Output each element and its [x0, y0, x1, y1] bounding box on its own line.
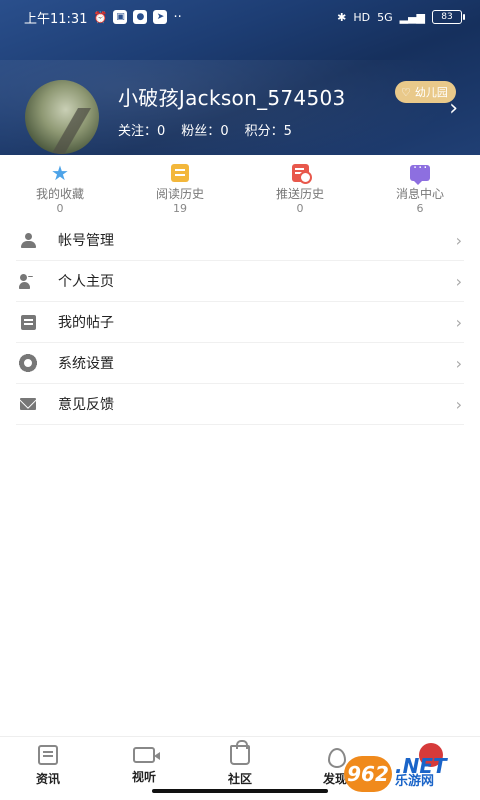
watermark-cn: 乐游网 — [395, 774, 435, 789]
level-badge: ♡ 幼儿园 — [395, 81, 456, 103]
tab-news[interactable]: 资讯 — [18, 745, 78, 787]
profile-header: 上午11:31 ⏰ ▣ ● ➤ ·· ✱ HD 5G ▂▄▆ 83 小破孩Jac… — [0, 0, 480, 155]
menu-item-label: 我的帖子 — [58, 315, 114, 331]
tab-label: 资讯 — [35, 772, 60, 786]
points-stat[interactable]: 积分：5 — [245, 120, 292, 139]
person-icon — [18, 230, 38, 250]
reading-history-button[interactable]: 阅读历史 19 — [120, 155, 240, 217]
heart-icon: ♡ — [401, 85, 411, 99]
telegram-notification-icon: ➤ — [153, 10, 168, 24]
menu-item-settings[interactable]: 系统设置 › — [16, 343, 464, 384]
watermark: 962 .NET 乐游网 — [344, 752, 476, 796]
avatar[interactable] — [25, 80, 99, 154]
community-icon — [230, 740, 250, 765]
message-center-count: 6 — [416, 202, 424, 215]
home-indicator[interactable] — [152, 789, 328, 793]
watermark-logo: 962 — [344, 756, 392, 792]
document-icon — [170, 163, 190, 183]
push-history-button[interactable]: 推送历史 0 — [240, 155, 360, 217]
reading-history-label: 阅读历史 — [155, 187, 204, 201]
status-bar: 上午11:31 ⏰ ▣ ● ➤ ·· ✱ HD 5G ▂▄▆ 83 — [0, 0, 480, 34]
level-badge-label: 幼儿园 — [414, 86, 448, 99]
follow-stat[interactable]: 关注：0 — [118, 120, 165, 139]
tab-label: 社区 — [227, 772, 252, 786]
menu-item-label: 意见反馈 — [58, 397, 114, 413]
status-time: 上午11:31 — [24, 11, 88, 27]
message-icon — [410, 161, 430, 185]
reading-history-count: 19 — [173, 202, 187, 215]
mail-icon — [18, 394, 38, 414]
qq-notification-icon: ● — [133, 10, 148, 24]
network-label: 5G — [377, 10, 393, 24]
video-icon — [133, 747, 160, 763]
menu-item-my-posts[interactable]: 我的帖子 › — [16, 302, 464, 343]
chevron-right-icon: › — [455, 394, 462, 414]
menu-item-homepage[interactable]: 个人主页 › — [16, 261, 464, 302]
watermark-net: .NET — [395, 754, 447, 778]
favorites-count: 0 — [56, 202, 64, 215]
chevron-right-icon: › — [455, 353, 462, 373]
hd-icon: HD — [353, 10, 371, 24]
chevron-right-icon: › — [455, 230, 462, 250]
tab-label: 视听 — [131, 770, 156, 784]
battery-icon: 83 — [432, 10, 465, 24]
alarm-icon: ⏰ — [93, 10, 108, 24]
gear-icon — [18, 353, 38, 373]
more-notifications-icon: ·· — [173, 9, 182, 25]
menu-item-label: 系统设置 — [58, 356, 114, 372]
post-icon — [18, 312, 38, 332]
push-history-icon — [290, 163, 312, 184]
bluetooth-icon: ✱ — [337, 10, 347, 24]
tab-community[interactable]: 社区 — [210, 740, 270, 787]
username: 小破孩Jackson_574503 — [118, 86, 346, 110]
profile-chevron-right-icon[interactable]: › — [449, 96, 458, 121]
profile-home-icon — [18, 271, 38, 291]
fans-stat[interactable]: 粉丝：0 — [181, 120, 228, 139]
favorites-label: 我的收藏 — [35, 187, 84, 201]
favorites-button[interactable]: ★ 我的收藏 0 — [0, 155, 120, 217]
push-history-count: 0 — [296, 202, 304, 215]
menu-item-label: 帐号管理 — [58, 233, 114, 249]
menu-item-account[interactable]: 帐号管理 › — [16, 220, 464, 261]
quick-actions: ★ 我的收藏 0 阅读历史 19 推送历史 0 消息中心 6 — [0, 155, 480, 217]
profile-stats: 关注：0 粉丝：0 积分：5 — [118, 120, 292, 139]
tab-video[interactable]: 视听 — [114, 745, 174, 785]
chevron-right-icon: › — [455, 312, 462, 332]
message-center-label: 消息中心 — [395, 187, 444, 201]
battery-level: 83 — [441, 12, 453, 22]
message-center-button[interactable]: 消息中心 6 — [360, 155, 480, 217]
app-notification-icon: ▣ — [113, 10, 128, 24]
settings-menu: 帐号管理 › 个人主页 › 我的帖子 › 系统设置 › 意见反馈 › — [16, 220, 464, 425]
chevron-right-icon: › — [455, 271, 462, 291]
discover-icon — [325, 745, 346, 768]
news-icon — [38, 745, 58, 765]
menu-item-feedback[interactable]: 意见反馈 › — [16, 384, 464, 425]
signal-icon: ▂▄▆ — [399, 10, 425, 24]
menu-item-label: 个人主页 — [58, 274, 114, 290]
star-icon: ★ — [51, 161, 69, 185]
push-history-label: 推送历史 — [275, 187, 324, 201]
